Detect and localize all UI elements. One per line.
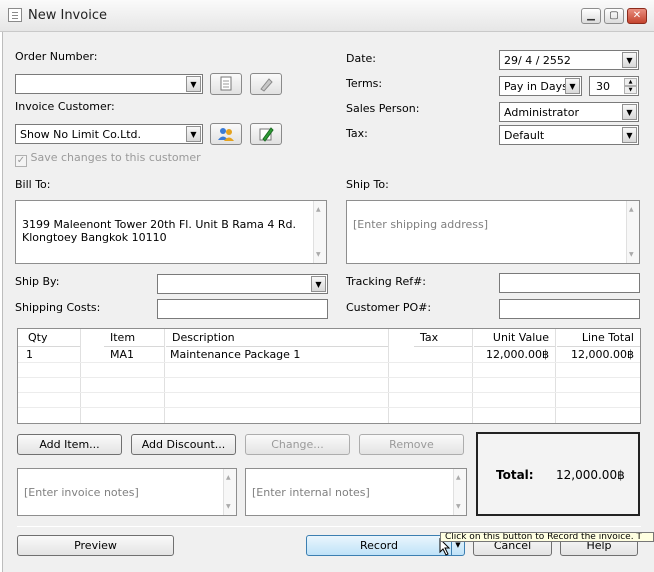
- users-icon: [218, 128, 234, 141]
- sales-person-label: Sales Person:: [346, 102, 420, 115]
- edit-icon: [259, 127, 274, 142]
- cell-qty: 1: [26, 348, 33, 361]
- chevron-down-icon[interactable]: ▼: [311, 276, 326, 292]
- edit-customer-button[interactable]: [250, 123, 282, 145]
- invoice-customer-combo[interactable]: Show No Limit Co.Ltd. ▼: [15, 124, 203, 144]
- record-button[interactable]: Record: [306, 535, 452, 556]
- shipping-costs-label: Shipping Costs:: [15, 301, 101, 314]
- cell-item: MA1: [110, 348, 135, 361]
- save-changes-label: Save changes to this customer: [30, 151, 201, 164]
- bill-to-textarea[interactable]: 3199 Maleenont Tower 20th Fl. Unit B Ram…: [15, 200, 327, 264]
- chevron-down-icon: ▼: [455, 541, 461, 549]
- shipping-costs-input[interactable]: [157, 299, 328, 319]
- ship-to-textarea[interactable]: [Enter shipping address]: [346, 200, 640, 264]
- preview-button[interactable]: Preview: [17, 535, 174, 556]
- terms-days-value: 30: [596, 80, 610, 93]
- order-number-label: Order Number:: [15, 50, 98, 63]
- window-title: New Invoice: [28, 8, 107, 23]
- total-panel: Total: 12,000.00฿: [476, 432, 640, 516]
- scrollbar[interactable]: [313, 201, 326, 263]
- date-picker[interactable]: 29/ 4 / 2552 ▼: [499, 50, 639, 70]
- spin-down-icon[interactable]: ▼: [624, 86, 637, 94]
- bill-to-label: Bill To:: [15, 178, 51, 191]
- terms-combo[interactable]: Pay in Days ▼: [499, 76, 582, 96]
- customer-po-input[interactable]: [499, 299, 640, 319]
- save-changes-checkbox-row[interactable]: ✓ Save changes to this customer: [15, 151, 201, 167]
- ship-to-label: Ship To:: [346, 178, 389, 191]
- invoice-customer-value: Show No Limit Co.Ltd.: [20, 128, 142, 141]
- add-item-button[interactable]: Add Item...: [17, 434, 122, 455]
- order-number-combo[interactable]: ▼: [15, 74, 203, 94]
- new-order-button[interactable]: [210, 73, 242, 95]
- pencil-icon: [260, 78, 273, 92]
- internal-notes-placeholder: [Enter internal notes]: [252, 486, 370, 499]
- ship-by-combo[interactable]: ▼: [157, 274, 328, 294]
- bill-to-value: 3199 Maleenont Tower 20th Fl. Unit B Ram…: [22, 218, 296, 244]
- close-button[interactable]: ✕: [627, 8, 647, 24]
- column-header-tax[interactable]: Tax: [414, 329, 472, 347]
- edit-order-button[interactable]: [250, 73, 282, 95]
- customer-lookup-button[interactable]: [210, 123, 242, 145]
- maximize-button[interactable]: ▢: [604, 8, 624, 24]
- chevron-down-icon[interactable]: ▼: [622, 104, 637, 120]
- scrollbar[interactable]: [223, 469, 236, 515]
- date-value: 29/ 4 / 2552: [504, 54, 571, 67]
- date-label: Date:: [346, 52, 376, 65]
- add-discount-button[interactable]: Add Discount...: [131, 434, 236, 455]
- minimize-button[interactable]: ▁: [581, 8, 601, 24]
- column-header-description[interactable]: Description: [166, 329, 388, 347]
- internal-notes-textarea[interactable]: [Enter internal notes]: [245, 468, 467, 516]
- tax-value: Default: [504, 129, 545, 142]
- cell-line-total: 12,000.00฿: [571, 348, 634, 361]
- table-row[interactable]: 1 MA1 Maintenance Package 1 12,000.00฿ 1…: [18, 348, 640, 362]
- document-icon: [220, 76, 232, 91]
- terms-days-spinner[interactable]: 30 ▲ ▼: [589, 76, 639, 96]
- tax-combo[interactable]: Default ▼: [499, 125, 639, 145]
- column-header-item[interactable]: Item: [104, 329, 164, 347]
- terms-label: Terms:: [346, 77, 383, 90]
- chevron-down-icon[interactable]: ▼: [565, 78, 580, 94]
- ship-by-label: Ship By:: [15, 275, 60, 288]
- terms-value: Pay in Days: [504, 80, 568, 93]
- change-item-button[interactable]: Change...: [245, 434, 350, 455]
- chevron-down-icon[interactable]: ▼: [186, 126, 201, 142]
- tax-label: Tax:: [346, 127, 368, 140]
- chevron-down-icon[interactable]: ▼: [622, 52, 637, 68]
- document-icon: [8, 8, 22, 22]
- record-tooltip: Click on this button to Record the invoi…: [440, 532, 654, 542]
- total-value: 12,000.00฿: [556, 468, 625, 482]
- line-items-table[interactable]: Qty Item Description Tax Unit Value Line…: [17, 328, 641, 424]
- customer-po-label: Customer PO#:: [346, 301, 432, 314]
- remove-item-button[interactable]: Remove: [359, 434, 464, 455]
- title-bar[interactable]: New Invoice ▁ ▢ ✕: [0, 0, 654, 32]
- tracking-ref-input[interactable]: [499, 273, 640, 293]
- invoice-customer-label: Invoice Customer:: [15, 100, 115, 113]
- total-label: Total:: [496, 468, 534, 482]
- checkbox-checked-icon[interactable]: ✓: [15, 155, 27, 167]
- column-header-qty[interactable]: Qty: [22, 329, 80, 347]
- column-header-unit-value[interactable]: Unit Value: [474, 329, 555, 347]
- spin-up-icon[interactable]: ▲: [624, 78, 637, 86]
- tracking-ref-label: Tracking Ref#:: [346, 275, 427, 288]
- sales-person-value: Administrator: [504, 106, 579, 119]
- cell-description: Maintenance Package 1: [170, 348, 301, 361]
- scrollbar[interactable]: [453, 469, 466, 515]
- ship-to-placeholder: [Enter shipping address]: [353, 218, 489, 231]
- sales-person-combo[interactable]: Administrator ▼: [499, 102, 639, 122]
- invoice-notes-placeholder: [Enter invoice notes]: [24, 486, 139, 499]
- scrollbar[interactable]: [626, 201, 639, 263]
- invoice-dialog: Order Number: ▼ Invoice Customer: Show N…: [2, 32, 654, 572]
- cell-unit-value: 12,000.00฿: [486, 348, 549, 361]
- chevron-down-icon[interactable]: ▼: [186, 76, 201, 92]
- invoice-notes-textarea[interactable]: [Enter invoice notes]: [17, 468, 237, 516]
- divider: [17, 526, 641, 527]
- column-header-line-total[interactable]: Line Total: [557, 329, 640, 347]
- chevron-down-icon[interactable]: ▼: [622, 127, 637, 143]
